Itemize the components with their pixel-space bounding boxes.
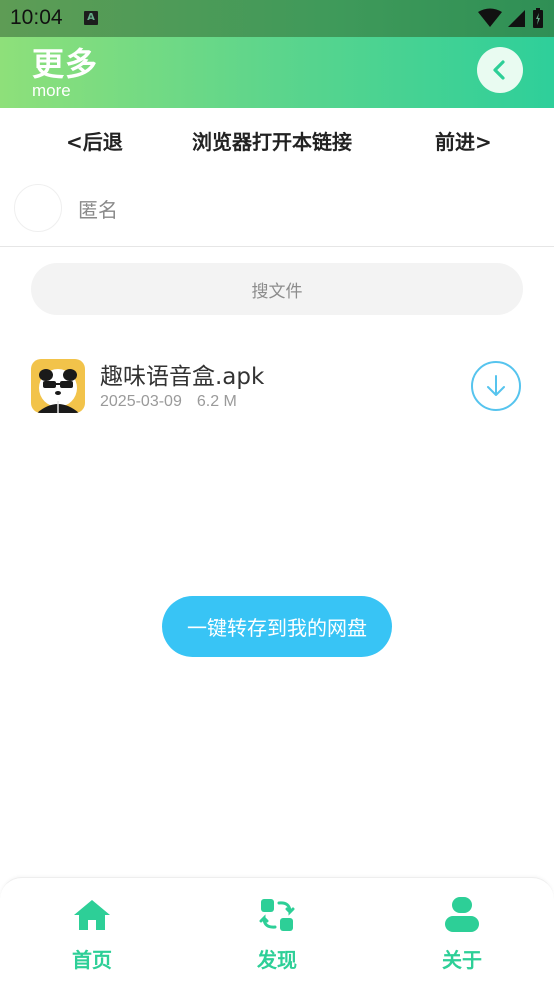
open-in-browser-link[interactable]: 浏览器打开本链接 (192, 126, 352, 155)
status-time: 10:04 (10, 6, 63, 29)
status-icons (478, 7, 544, 29)
nav-back-link[interactable]: <后退 (66, 126, 123, 155)
home-icon (74, 900, 110, 930)
battery-icon (533, 8, 543, 28)
tab-discover-label: 发现 (257, 948, 297, 972)
user-row: 匿名 (0, 172, 554, 247)
file-meta: 2025-03-09 6.2 M (100, 393, 237, 411)
back-button[interactable] (477, 47, 523, 93)
file-thumbnail (31, 359, 85, 413)
page-header: 更多 more (0, 37, 554, 108)
tab-home[interactable]: 首页 (32, 878, 152, 986)
status-bar: 10:04 A (0, 0, 554, 37)
notification-a-icon: A (84, 11, 98, 25)
wifi-icon (478, 8, 502, 27)
save-button-label: 一键转存到我的网盘 (187, 616, 367, 640)
file-size: 6.2 M (196, 393, 237, 410)
app-icon (31, 359, 85, 413)
browser-nav: <后退 浏览器打开本链接 前进> (0, 108, 554, 170)
page-title: 更多 (32, 45, 99, 83)
chevron-left-icon (493, 60, 505, 80)
file-date: 2025-03-09 (100, 393, 182, 410)
bottom-nav: 首页 发现 关于 (0, 877, 554, 986)
tab-about-label: 关于 (442, 948, 482, 972)
file-name: 趣味语音盒.apk (100, 364, 265, 390)
list-item[interactable]: 趣味语音盒.apk 2025-03-09 6.2 M (0, 345, 554, 429)
signal-icon (508, 10, 525, 27)
tab-about[interactable]: 关于 (402, 878, 522, 986)
user-name: 匿名 (78, 198, 118, 222)
discover-icon-wrap (257, 895, 297, 935)
home-icon-wrap (72, 895, 112, 935)
discover-icon (259, 899, 295, 931)
search-input[interactable]: 搜文件 (31, 263, 523, 315)
save-to-drive-button[interactable]: 一键转存到我的网盘 (162, 596, 392, 657)
user-icon (445, 897, 479, 932)
search-placeholder: 搜文件 (251, 281, 303, 302)
avatar[interactable] (14, 184, 62, 232)
tab-home-label: 首页 (72, 948, 112, 972)
nav-forward-link[interactable]: 前进> (435, 126, 492, 155)
download-icon (487, 375, 505, 396)
user-icon-wrap (442, 895, 482, 935)
download-button[interactable] (471, 361, 521, 411)
tab-discover[interactable]: 发现 (217, 878, 337, 986)
page-subtitle: more (32, 81, 71, 100)
